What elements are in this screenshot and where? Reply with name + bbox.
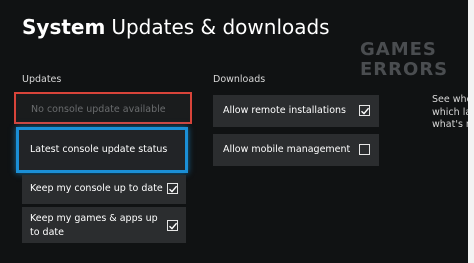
side-description: See whe which la what's n bbox=[432, 94, 472, 132]
keep-console-checkbox[interactable] bbox=[167, 183, 178, 194]
allow-remote-installations-label: Allow remote installations bbox=[223, 105, 346, 116]
allow-mobile-management-checkbox[interactable] bbox=[359, 144, 370, 155]
latest-console-update-status-label: Latest console update status bbox=[30, 144, 168, 155]
page-title: System Updates & downloads bbox=[22, 14, 330, 40]
keep-games-apps-checkbox[interactable] bbox=[167, 220, 178, 231]
keep-games-apps-label-line-2: to date bbox=[30, 227, 64, 238]
allow-remote-installations-checkbox[interactable] bbox=[359, 105, 370, 116]
allow-mobile-management-toggle[interactable]: Allow mobile management bbox=[213, 134, 379, 166]
keep-games-apps-label-line-1: Keep my games & apps up bbox=[30, 213, 158, 224]
allow-mobile-management-label: Allow mobile management bbox=[223, 144, 351, 155]
check-icon bbox=[169, 185, 178, 193]
page-title-subtitle: Updates & downloads bbox=[111, 15, 330, 39]
side-description-line-1: See whe bbox=[432, 94, 473, 105]
right-edge-border bbox=[468, 0, 474, 263]
watermark-logo: GAMES ERRORS bbox=[360, 40, 448, 80]
no-console-update-label: No console update available bbox=[31, 104, 166, 115]
updates-section-label: Updates bbox=[22, 74, 62, 85]
side-description-line-2: which la bbox=[432, 106, 472, 118]
page-title-system: System bbox=[22, 15, 106, 39]
no-console-update-tile: No console update available bbox=[14, 92, 192, 124]
keep-console-up-to-date-toggle[interactable]: Keep my console up to date bbox=[22, 175, 186, 204]
downloads-section-label: Downloads bbox=[213, 74, 266, 85]
keep-games-apps-up-to-date-toggle[interactable]: Keep my games & apps up to date bbox=[22, 207, 186, 243]
watermark-line-2: ERRORS bbox=[360, 59, 449, 80]
side-description-line-3: what's n bbox=[432, 119, 472, 130]
allow-remote-installations-toggle[interactable]: Allow remote installations bbox=[213, 95, 379, 127]
check-icon bbox=[361, 107, 370, 115]
latest-console-update-status-button[interactable]: Latest console update status bbox=[16, 127, 188, 173]
keep-console-up-to-date-label: Keep my console up to date bbox=[30, 183, 163, 194]
settings-screen: System Updates & downloads GAMES ERRORS U… bbox=[0, 0, 474, 263]
check-icon bbox=[169, 222, 178, 230]
watermark-line-1: GAMES bbox=[360, 39, 437, 60]
